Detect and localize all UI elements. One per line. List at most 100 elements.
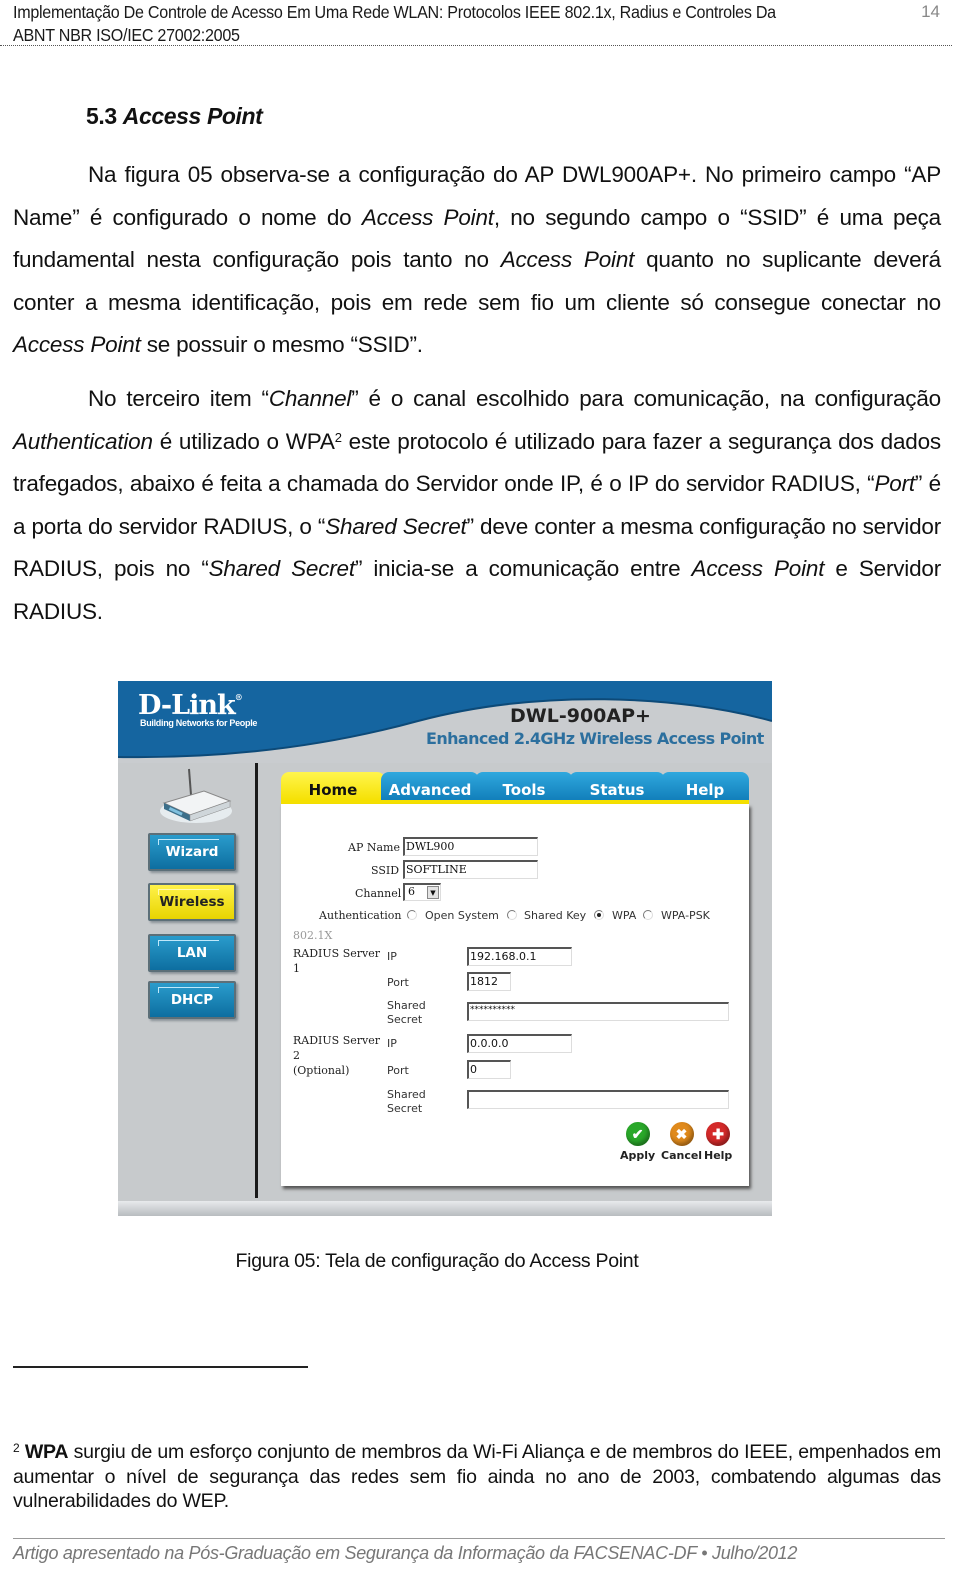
tab-label: Home	[308, 781, 358, 799]
radius-2-title-number: 2	[293, 1049, 300, 1062]
radio-wpa-psk[interactable]	[643, 910, 653, 920]
tab-home[interactable]: Home	[281, 772, 385, 802]
footnote-term: WPA	[24, 1441, 69, 1463]
italic-term: Access Point	[13, 332, 141, 357]
tab-help[interactable]: Help	[661, 772, 749, 802]
radius-2-secret-label: Shared Secret	[387, 1088, 426, 1116]
secret-label-line: Secret	[387, 1013, 423, 1026]
figure-bottom-bar	[118, 1201, 772, 1216]
radius-1-port-label: Port	[387, 976, 409, 989]
tab-label: Help	[685, 781, 725, 799]
radio-wpa[interactable]	[594, 910, 604, 920]
radio-label-wpa-psk: WPA-PSK	[661, 909, 710, 922]
footnote: 2 WPA surgiu de um esforço conjunto de m…	[13, 1440, 941, 1514]
dlink-logo: D-Link®	[138, 690, 243, 721]
radius-2-title-line: RADIUS Server	[293, 1034, 380, 1047]
channel-value: 6	[408, 885, 415, 898]
ssid-label: SSID	[371, 864, 400, 877]
plus-icon: ✚	[706, 1122, 731, 1146]
sidebar-button-label: DHCP	[170, 992, 214, 1008]
radius-1-title-number: 1	[293, 962, 300, 975]
radio-label-open-system: Open System	[425, 909, 499, 922]
ssid-input[interactable]: SOFTLINE	[403, 860, 538, 879]
italic-term: Shared Secret	[208, 556, 356, 581]
secret-label-line: Secret	[387, 1102, 423, 1115]
cancel-button[interactable]: ✖ Cancel	[661, 1122, 702, 1162]
sidebar-button-dhcp[interactable]: DHCP	[148, 981, 236, 1019]
sidebar-divider	[255, 763, 258, 1198]
radius-2-port-label: Port	[387, 1064, 409, 1077]
radius-server-2-title: RADIUS Server 2 (Optional)	[293, 1033, 380, 1078]
sidebar-button-wizard[interactable]: Wizard	[148, 833, 236, 871]
radius-server-1-title: RADIUS Server 1	[293, 946, 380, 976]
section-number: 5.3	[86, 103, 117, 129]
brand-name: D-Link	[138, 690, 236, 721]
radius-2-port-input[interactable]: 0	[467, 1060, 511, 1079]
wireless-settings-panel: AP Name DWL900 SSID SOFTLINE Channel 6 ▼…	[281, 804, 749, 1186]
figure-dlink-screenshot: D-Link® Building Networks for People DWL…	[118, 681, 772, 1216]
tab-label: Tools	[502, 781, 546, 799]
radio-label-shared-key: Shared Key	[524, 909, 587, 922]
page-number: 14	[921, 2, 940, 21]
italic-term: Access Point	[500, 247, 635, 272]
radio-open-system[interactable]	[407, 910, 417, 920]
section-title: 5.3 Access Point	[86, 103, 263, 130]
italic-term: Access Point	[691, 556, 825, 581]
tab-label: Status	[589, 781, 645, 799]
help-button[interactable]: ✚ Help	[704, 1122, 732, 1162]
running-header: Implementação De Controle de Acesso Em U…	[13, 1, 869, 47]
apply-button[interactable]: ✔ Apply	[620, 1122, 655, 1162]
footnote-text: surgiu de um esforço conjunto de membros…	[13, 1441, 941, 1512]
sidebar-button-wireless[interactable]: Wireless	[148, 883, 236, 921]
italic-term: Port	[874, 471, 915, 496]
text-run: se possuir o mesmo “SSID”.	[140, 332, 423, 357]
tab-tools[interactable]: Tools	[475, 772, 573, 802]
radius-1-shared-secret-input[interactable]: **********	[467, 1002, 729, 1021]
secret-label-line: Shared	[387, 1088, 426, 1101]
help-label: Help	[704, 1149, 733, 1162]
paragraph-2: No terceiro item “Channel” é o canal esc…	[13, 378, 941, 633]
radius-2-shared-secret-input[interactable]	[467, 1090, 729, 1109]
radius-2-ip-input[interactable]: 0.0.0.0	[467, 1034, 572, 1053]
router-icon	[160, 768, 232, 823]
text-run: ” inicia-se a comunicação entre	[354, 556, 692, 581]
radius-1-ip-input[interactable]: 192.168.0.1	[467, 947, 572, 966]
text-run: é utilizado o WPA	[152, 428, 335, 454]
running-title-line-2: ABNT NBR ISO/IEC 27002:2005	[13, 25, 240, 45]
radius-1-port-input[interactable]: 1812	[467, 972, 511, 991]
footnote-divider	[13, 1366, 308, 1368]
tab-label: Advanced	[388, 781, 472, 799]
ap-name-label: AP Name	[348, 841, 400, 854]
sidebar-button-label: Wizard	[165, 844, 219, 860]
radius-1-title-line: RADIUS Server	[293, 947, 380, 960]
tab-advanced[interactable]: Advanced	[381, 772, 479, 802]
header-divider	[0, 45, 952, 46]
radius-1-ip-label: IP	[387, 950, 397, 963]
brand-tagline: Building Networks for People	[140, 718, 258, 728]
italic-term: Channel	[268, 386, 352, 411]
apply-label: Apply	[620, 1149, 656, 1162]
footnote-marker: 2	[13, 1441, 20, 1455]
radius-2-ip-label: IP	[387, 1037, 397, 1050]
radius-2-optional-note: (Optional)	[293, 1064, 350, 1077]
sidebar-button-lan[interactable]: LAN	[148, 934, 236, 972]
section-8021x-label: 802.1X	[293, 929, 333, 942]
footer-divider	[13, 1538, 945, 1539]
cancel-label: Cancel	[661, 1149, 703, 1162]
radio-shared-key[interactable]	[507, 910, 517, 920]
authentication-label: Authentication	[319, 909, 402, 922]
channel-select[interactable]: 6 ▼	[403, 883, 441, 901]
chevron-down-icon[interactable]: ▼	[427, 886, 439, 899]
figure-caption: Figura 05: Tela de configuração do Acces…	[235, 1250, 639, 1272]
italic-term: Authentication	[13, 428, 153, 454]
sidebar-button-label: LAN	[176, 945, 208, 961]
secret-label-line: Shared	[387, 999, 426, 1012]
ap-name-input[interactable]: DWL900	[403, 837, 538, 856]
text-run: ” é o canal escolhido para comunicação, …	[351, 386, 941, 411]
italic-term: Access Point	[361, 204, 494, 230]
footnote-reference[interactable]: 2	[335, 430, 342, 445]
dlink-banner: D-Link® Building Networks for People DWL…	[118, 681, 772, 763]
x-icon: ✖	[669, 1122, 694, 1146]
tab-status[interactable]: Status	[569, 772, 665, 802]
section-title-text: Access Point	[122, 103, 263, 129]
